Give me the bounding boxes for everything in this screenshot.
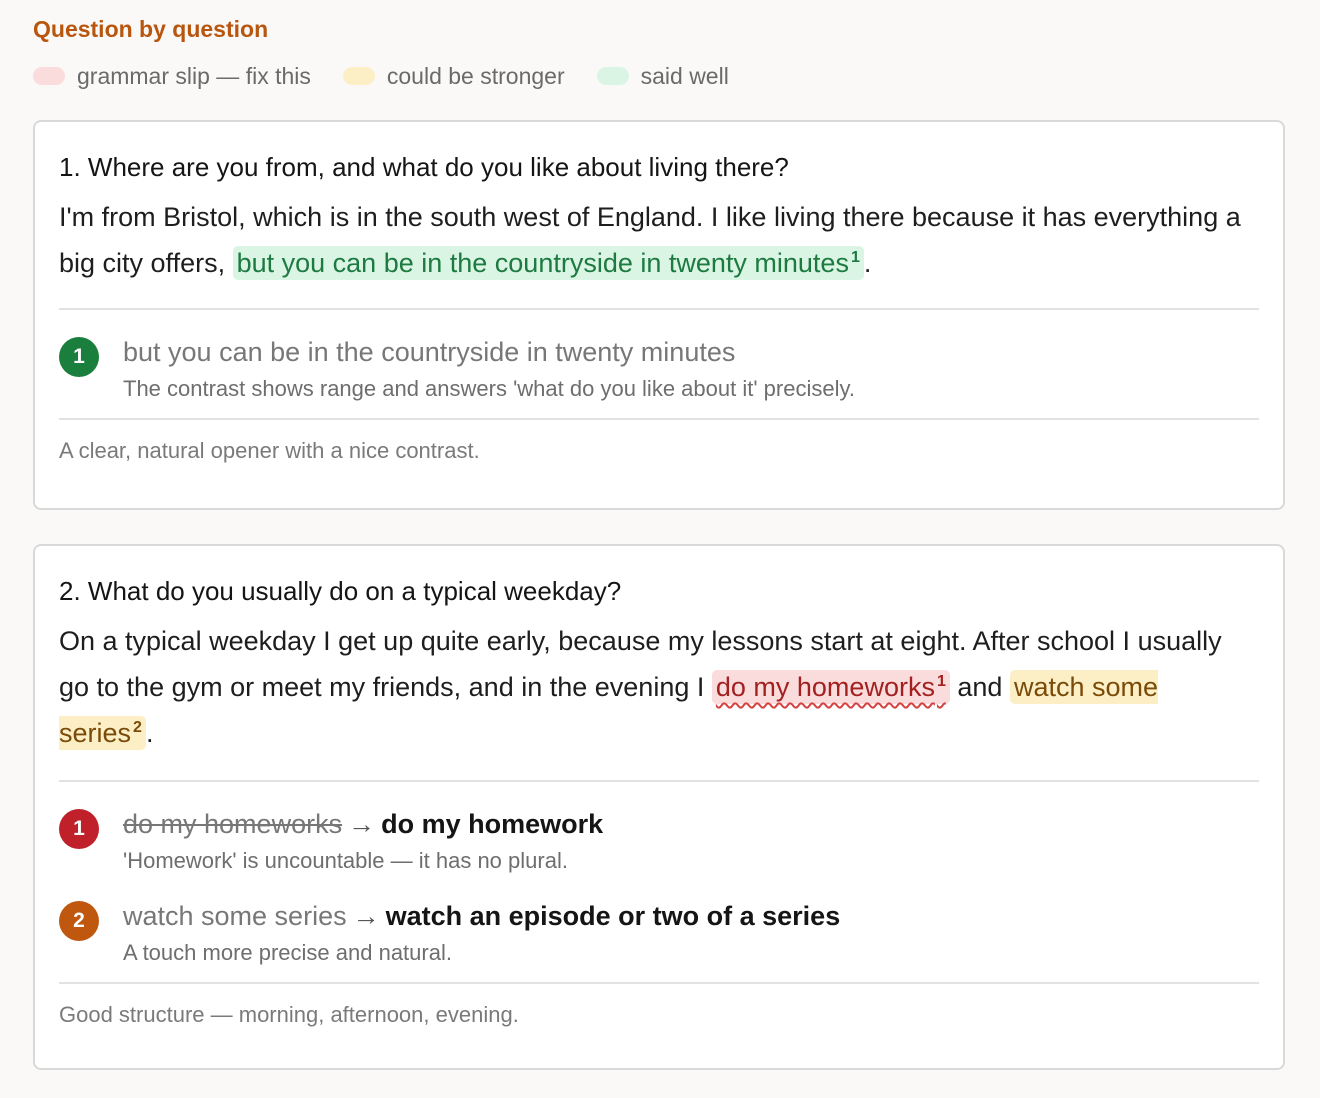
note-item: 1 but you can be in the countryside in t… (59, 332, 1259, 404)
note-explanation: 'Homework' is uncountable — it has no pl… (123, 848, 568, 873)
note-fix: do my homework (381, 809, 604, 839)
note-original: watch some series (123, 901, 347, 931)
note-number-badge: 2 (59, 901, 99, 941)
divider (59, 982, 1259, 984)
answer-segment: . (145, 718, 154, 748)
divider (59, 418, 1259, 420)
note-body: do my homeworks → do my homework 'Homework… (123, 804, 603, 876)
answer-text: On a typical weekday I get up quite earl… (59, 618, 1259, 756)
note-number-badge: 1 (59, 809, 99, 849)
notes-list: 1 do my homeworks → do my homework 'Homewo… (59, 782, 1259, 968)
highlight-said-well[interactable]: but you can be in the countryside in twe… (232, 246, 864, 280)
note-item: 2 watch some series → watch an episode or … (59, 896, 1259, 968)
highlight-number: 1 (850, 249, 860, 266)
legend-swatch-yellow (342, 67, 375, 85)
highlight-number: 1 (936, 673, 946, 690)
note-fix: watch an episode or two of a series (385, 901, 841, 931)
legend-label: could be stronger (386, 62, 565, 89)
question-title: 1. Where are you from, and what do you l… (59, 152, 789, 182)
note-phrase: but you can be in the countryside in twe… (123, 337, 736, 367)
arrow-right-icon: → (348, 809, 376, 839)
question-card-1: 1. Where are you from, and what do you l… (33, 120, 1285, 510)
feedback-page: Question by question grammar slip — fix … (0, 0, 1320, 94)
note-correction: watch some series → watch an episode or tw… (123, 896, 840, 936)
highlight-number: 2 (133, 719, 142, 736)
note-item: 1 do my homeworks → do my homework 'Homewo… (59, 804, 1259, 876)
answer-segment: . (863, 248, 872, 278)
note-correction: do my homeworks → do my homework (123, 804, 603, 844)
note-explanation: The contrast shows range and answers 'wh… (123, 376, 855, 401)
section-title: Question by question (33, 16, 269, 42)
legend-swatch-red (33, 67, 65, 85)
legend-item-grammar-slip: grammar slip — fix this (33, 63, 311, 90)
note-number-badge: 1 (59, 337, 99, 377)
answer-text: I'm from Bristol, which is in the south … (59, 194, 1259, 286)
answer-segment: and (957, 672, 1003, 702)
legend-swatch-green (596, 67, 629, 85)
highlight-grammar-slip[interactable]: do my homeworks 1 (711, 670, 950, 704)
question-summary: Good structure — morning, afternoon, eve… (59, 1002, 519, 1027)
note-explanation: A touch more precise and natural. (123, 940, 452, 965)
legend-label: grammar slip — fix this (77, 62, 311, 89)
legend-item-could-be-stronger: could be stronger (342, 62, 565, 90)
notes-list: 1 but you can be in the countryside in t… (59, 310, 1259, 404)
legend: grammar slip — fix this could be stronge… (33, 58, 1287, 94)
note-original: do my homeworks (123, 809, 343, 839)
question-card-2: 2. What do you usually do on a typical w… (33, 544, 1285, 1070)
question-title: 2. What do you usually do on a typical w… (59, 576, 622, 606)
arrow-right-icon: → (352, 901, 380, 931)
legend-item-said-well: said well (596, 62, 729, 90)
question-summary: A clear, natural opener with a nice cont… (59, 438, 480, 463)
note-body: watch some series → watch an episode or tw… (123, 896, 840, 968)
legend-label: said well (640, 62, 729, 89)
note-body: but you can be in the countryside in twe… (123, 332, 855, 404)
highlight-text: do my homeworks (715, 672, 935, 702)
highlight-text: but you can be in the countryside in twe… (236, 248, 849, 278)
